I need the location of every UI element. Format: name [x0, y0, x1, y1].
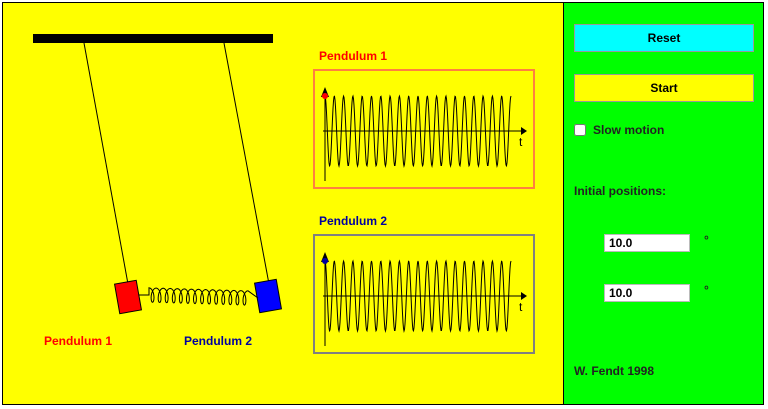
graph1-time-arrow: [521, 127, 527, 135]
graph2-time-arrow: [521, 292, 527, 300]
pendulum2-bob[interactable]: [253, 278, 283, 314]
slow-motion-checkbox[interactable]: [574, 124, 586, 136]
initial-positions-label: Initial positions:: [574, 184, 666, 198]
coupling-spring: [139, 287, 259, 306]
graph2-plot: t: [321, 252, 527, 346]
pendulum2-string: [223, 42, 270, 285]
suspension-bar: [33, 34, 273, 43]
graph2-position-marker: [322, 258, 328, 264]
pendulum1-bob[interactable]: [113, 279, 143, 315]
pendulum1-string: [83, 42, 129, 285]
control-panel: Reset Start Slow motion Initial position…: [563, 3, 763, 404]
graph1-position-marker: [322, 93, 328, 99]
graph1-plot: t: [321, 87, 527, 181]
graph1-panel: t: [313, 69, 535, 189]
graph2-title: Pendulum 2: [319, 214, 388, 228]
pendulum1-position-input[interactable]: [604, 234, 690, 252]
graph2-panel: t: [313, 234, 535, 354]
graph1-title: Pendulum 1: [319, 49, 388, 63]
graph2-time-label: t: [519, 300, 523, 314]
simulation-area: Pendulum 1 Pendulum 2 Pendulum 1 t Pendu…: [3, 3, 563, 404]
pendulum2-position-input[interactable]: [604, 284, 690, 302]
pendulum1-label: Pendulum 1: [44, 334, 113, 348]
pendulum2-degree-unit: °: [704, 283, 709, 297]
pendulum2-label: Pendulum 2: [184, 334, 253, 348]
author-credit: W. Fendt 1998: [574, 364, 655, 378]
graph1-time-label: t: [519, 135, 523, 149]
slow-motion-label: Slow motion: [593, 123, 665, 137]
applet-window: Pendulum 1 Pendulum 2 Pendulum 1 t Pendu…: [2, 2, 764, 405]
pendulum1-degree-unit: °: [704, 233, 709, 247]
reset-button[interactable]: Reset: [574, 24, 754, 52]
start-button[interactable]: Start: [574, 74, 754, 102]
